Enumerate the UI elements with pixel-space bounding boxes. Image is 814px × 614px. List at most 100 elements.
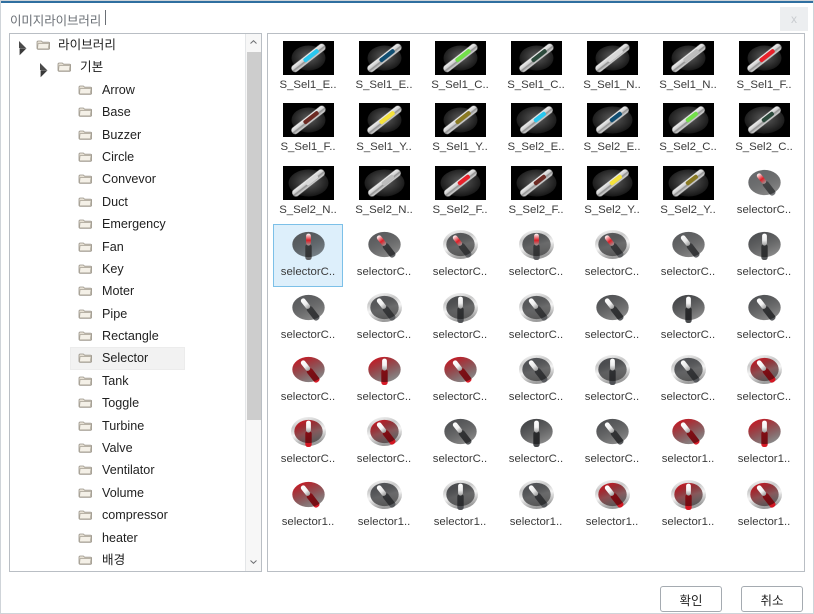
image-grid-item[interactable]: S_Sel2_F.. — [501, 162, 571, 224]
scroll-down-button[interactable] — [246, 554, 261, 571]
image-grid-item[interactable]: S_Sel1_E.. — [273, 37, 343, 99]
image-thumbnail — [283, 478, 334, 512]
image-thumbnail — [738, 41, 790, 75]
image-grid-item[interactable]: S_Sel2_E.. — [577, 99, 647, 161]
image-grid-item[interactable]: selector1.. — [729, 411, 799, 473]
image-grid-item[interactable]: selector1.. — [273, 474, 343, 536]
tree-item-valve[interactable]: Valve — [10, 437, 245, 459]
tree-item-key[interactable]: Key — [10, 258, 245, 280]
close-button[interactable]: x — [780, 7, 808, 31]
image-thumbnail — [435, 478, 486, 512]
image-grid-item[interactable]: selectorC.. — [425, 287, 495, 349]
image-grid-item[interactable]: selectorC.. — [501, 287, 571, 349]
tree-item-라이브러리[interactable]: 라이브러리 — [10, 34, 245, 56]
image-grid-item[interactable]: selectorC.. — [425, 349, 495, 411]
image-grid-item[interactable]: S_Sel1_N.. — [577, 37, 647, 99]
image-item-label: selector1.. — [281, 515, 335, 528]
tree-item-기본[interactable]: 기본 — [10, 56, 245, 78]
folder-icon — [78, 532, 93, 544]
image-grid-item[interactable]: selectorC.. — [577, 287, 647, 349]
image-grid-item[interactable]: selectorC.. — [577, 224, 647, 286]
tree-item-moter[interactable]: Moter — [10, 280, 245, 302]
image-grid-item[interactable]: selector1.. — [577, 474, 647, 536]
image-grid-item[interactable]: S_Sel1_E.. — [349, 37, 419, 99]
image-grid-item[interactable]: selectorC.. — [653, 287, 723, 349]
tree-item-compressor[interactable]: compressor — [10, 504, 245, 526]
image-grid-item[interactable]: selectorC.. — [273, 411, 343, 473]
image-grid-item[interactable]: S_Sel2_N.. — [273, 162, 343, 224]
tree-item-toggle[interactable]: Toggle — [10, 392, 245, 414]
image-grid-item[interactable]: selectorC.. — [425, 224, 495, 286]
image-grid-item[interactable]: selectorC.. — [501, 349, 571, 411]
image-grid-item[interactable]: S_Sel2_Y.. — [577, 162, 647, 224]
image-grid-item[interactable]: selectorC.. — [577, 349, 647, 411]
tree-item-heater[interactable]: heater — [10, 527, 245, 549]
scrollbar-thumb[interactable] — [247, 52, 261, 420]
tree-item-turbine[interactable]: Turbine — [10, 415, 245, 437]
image-grid-item[interactable]: S_Sel1_Y.. — [349, 99, 419, 161]
image-grid-item[interactable]: S_Sel2_F.. — [425, 162, 495, 224]
tree-item-duct[interactable]: Duct — [10, 191, 245, 213]
image-grid-item[interactable]: selectorC.. — [501, 224, 571, 286]
image-grid-item[interactable]: selectorC.. — [349, 224, 419, 286]
tree-item-emergency[interactable]: Emergency — [10, 213, 245, 235]
image-grid-item[interactable]: selector1.. — [653, 411, 723, 473]
tree-item-fan[interactable]: Fan — [10, 236, 245, 258]
tree-item-ventilator[interactable]: Ventilator — [10, 459, 245, 481]
image-grid-item[interactable]: selectorC.. — [425, 411, 495, 473]
image-grid-item[interactable]: selectorC.. — [349, 349, 419, 411]
scroll-up-button[interactable] — [246, 34, 261, 51]
tree-item-circle[interactable]: Circle — [10, 146, 245, 168]
image-grid-item[interactable]: S_Sel1_C.. — [425, 37, 495, 99]
image-grid-item[interactable]: selectorC.. — [273, 349, 343, 411]
image-grid-item[interactable]: selector1.. — [653, 474, 723, 536]
tree-item-arrow[interactable]: Arrow — [10, 79, 245, 101]
tree-item-label: Ventilator — [102, 463, 155, 478]
image-grid-item[interactable]: selectorC.. — [729, 224, 799, 286]
image-grid-item[interactable]: S_Sel2_N.. — [349, 162, 419, 224]
image-grid-item[interactable]: S_Sel2_E.. — [501, 99, 571, 161]
tree-item-rectangle[interactable]: Rectangle — [10, 325, 245, 347]
image-grid-item[interactable]: S_Sel1_F.. — [729, 37, 799, 99]
image-thumbnail — [739, 291, 790, 325]
image-grid-item[interactable]: selector1.. — [501, 474, 571, 536]
image-grid-item[interactable]: S_Sel1_C.. — [501, 37, 571, 99]
tree-item-pipe[interactable]: Pipe — [10, 303, 245, 325]
tree-item-tank[interactable]: Tank — [10, 370, 245, 392]
image-grid-item[interactable]: selectorC.. — [349, 287, 419, 349]
image-grid-item[interactable]: selectorC.. — [273, 287, 343, 349]
tree-item-volume[interactable]: Volume — [10, 482, 245, 504]
expander-expanded-icon[interactable] — [40, 63, 49, 78]
tree-item-selector[interactable]: Selector — [10, 347, 245, 370]
image-grid-item[interactable]: selector1.. — [349, 474, 419, 536]
image-grid-item[interactable]: S_Sel2_Y.. — [653, 162, 723, 224]
folder-tree-scrollbar[interactable] — [245, 34, 261, 571]
image-grid-item[interactable]: selectorC.. — [273, 224, 343, 287]
folder-icon — [78, 151, 93, 163]
image-grid-item[interactable]: selector1.. — [425, 474, 495, 536]
expander-expanded-icon[interactable] — [19, 41, 28, 56]
image-grid[interactable]: S_Sel1_E.. S_Sel1_E.. S_Sel1_C.. S_Sel1_C..… — [270, 37, 804, 536]
image-grid-item[interactable]: S_Sel1_F.. — [273, 99, 343, 161]
ok-button[interactable]: 확인 — [660, 586, 722, 612]
folder-tree[interactable]: 라이브러리 기본 Arrow Base Buzzer Circle Convevor Duct… — [10, 34, 245, 571]
image-grid-item[interactable]: selectorC.. — [729, 287, 799, 349]
image-grid-item[interactable]: selectorC.. — [501, 411, 571, 473]
cancel-button[interactable]: 취소 — [741, 586, 803, 612]
image-grid-item[interactable]: selectorC.. — [653, 224, 723, 286]
tree-item-convevor[interactable]: Convevor — [10, 168, 245, 190]
image-grid-item[interactable]: S_Sel2_C.. — [729, 99, 799, 161]
tree-item-base[interactable]: Base — [10, 101, 245, 123]
tree-item-배경[interactable]: 배경 — [10, 549, 245, 571]
image-grid-item[interactable]: selectorC.. — [577, 411, 647, 473]
dialog-footer: 확인 취소 — [1, 574, 813, 613]
image-grid-item[interactable]: selectorC.. — [729, 162, 799, 224]
image-grid-item[interactable]: selectorC.. — [729, 349, 799, 411]
image-grid-item[interactable]: S_Sel1_Y.. — [425, 99, 495, 161]
image-grid-item[interactable]: selectorC.. — [653, 349, 723, 411]
image-grid-item[interactable]: S_Sel1_N.. — [653, 37, 723, 99]
image-grid-item[interactable]: S_Sel2_C.. — [653, 99, 723, 161]
tree-item-buzzer[interactable]: Buzzer — [10, 124, 245, 146]
image-grid-item[interactable]: selectorC.. — [349, 411, 419, 473]
image-grid-item[interactable]: selector1.. — [729, 474, 799, 536]
